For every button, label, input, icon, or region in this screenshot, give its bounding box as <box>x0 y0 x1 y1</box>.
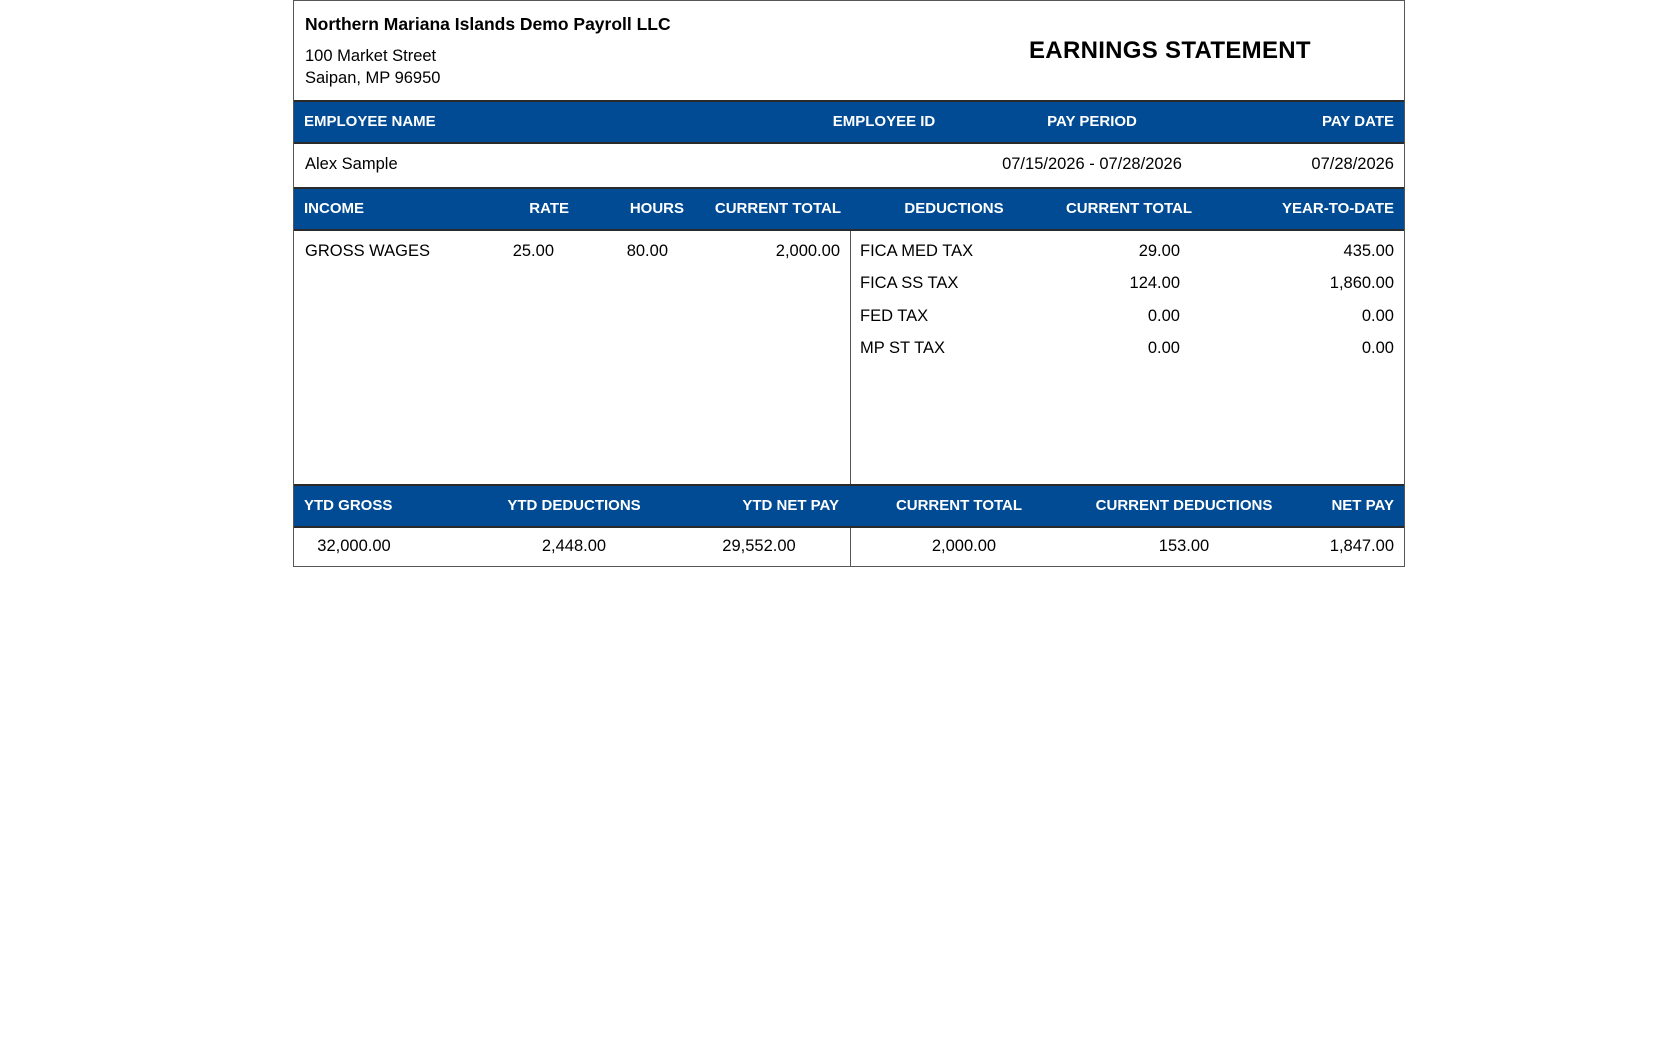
employee-header-band: EMPLOYEE NAME EMPLOYEE ID PAY PERIOD PAY… <box>294 100 1404 144</box>
current-total-value: 2,000.00 <box>931 537 997 555</box>
detail-divider <box>850 231 851 484</box>
detail-header-band: INCOME RATE HOURS CURRENT TOTAL DEDUCTIO… <box>294 187 1404 231</box>
net-pay-header: NET PAY <box>1331 497 1394 514</box>
deduction-ytd: 435.00 <box>1343 242 1394 260</box>
deduction-ytd: 0.00 <box>1361 339 1394 357</box>
deduction-current-total: 0.00 <box>1147 307 1180 325</box>
earnings-statement: Northern Mariana Islands Demo Payroll LL… <box>293 0 1405 567</box>
income-header: INCOME <box>304 200 364 217</box>
deduction-current-total: 29.00 <box>1138 242 1180 260</box>
pay-period-header: PAY PERIOD <box>1047 113 1137 130</box>
income-label: GROSS WAGES <box>305 242 430 260</box>
summary-header-band: YTD GROSS YTD DEDUCTIONS YTD NET PAY CUR… <box>294 484 1404 528</box>
ytd-gross-header: YTD GROSS <box>304 497 393 514</box>
summary-divider <box>850 528 851 567</box>
employee-name-header: EMPLOYEE NAME <box>304 113 436 130</box>
company-address-line2: Saipan, MP 96950 <box>305 69 441 87</box>
income-hours: 80.00 <box>626 242 668 260</box>
ytd-net-pay-value: 29,552.00 <box>722 537 796 555</box>
document-title: EARNINGS STATEMENT <box>1029 37 1311 64</box>
rate-header: RATE <box>529 200 569 217</box>
current-total-header: CURRENT TOTAL <box>895 497 1023 514</box>
ytd-net-pay-header: YTD NET PAY <box>742 497 839 514</box>
year-to-date-header: YEAR-TO-DATE <box>1282 200 1394 217</box>
hours-header: HOURS <box>629 200 684 217</box>
deduction-current-total: 0.00 <box>1147 339 1180 357</box>
deduction-label: MP ST TAX <box>860 339 945 357</box>
pay-date-header: PAY DATE <box>1322 113 1394 130</box>
company-address-line1: 100 Market Street <box>305 47 437 65</box>
ytd-deductions-value: 2,448.00 <box>541 537 607 555</box>
net-pay-value: 1,847.00 <box>1329 537 1394 555</box>
deduction-label: FICA SS TAX <box>860 274 959 292</box>
deduction-label: FED TAX <box>860 307 929 325</box>
income-current-total: 2,000.00 <box>775 242 840 260</box>
pay-period: 07/15/2026 - 07/28/2026 <box>1002 155 1182 173</box>
employee-id-header: EMPLOYEE ID <box>832 113 936 130</box>
deduction-current-total: 124.00 <box>1129 274 1180 292</box>
deduction-label: FICA MED TAX <box>860 242 974 260</box>
income-current-total-header: CURRENT TOTAL <box>714 200 841 217</box>
deduction-ytd: 0.00 <box>1361 307 1394 325</box>
company-name: Northern Mariana Islands Demo Payroll LL… <box>305 14 671 34</box>
employee-name: Alex Sample <box>305 155 398 173</box>
deduction-ytd: 1,860.00 <box>1329 274 1394 292</box>
pay-date: 07/28/2026 <box>1311 155 1394 173</box>
ytd-gross-value: 32,000.00 <box>317 537 391 555</box>
